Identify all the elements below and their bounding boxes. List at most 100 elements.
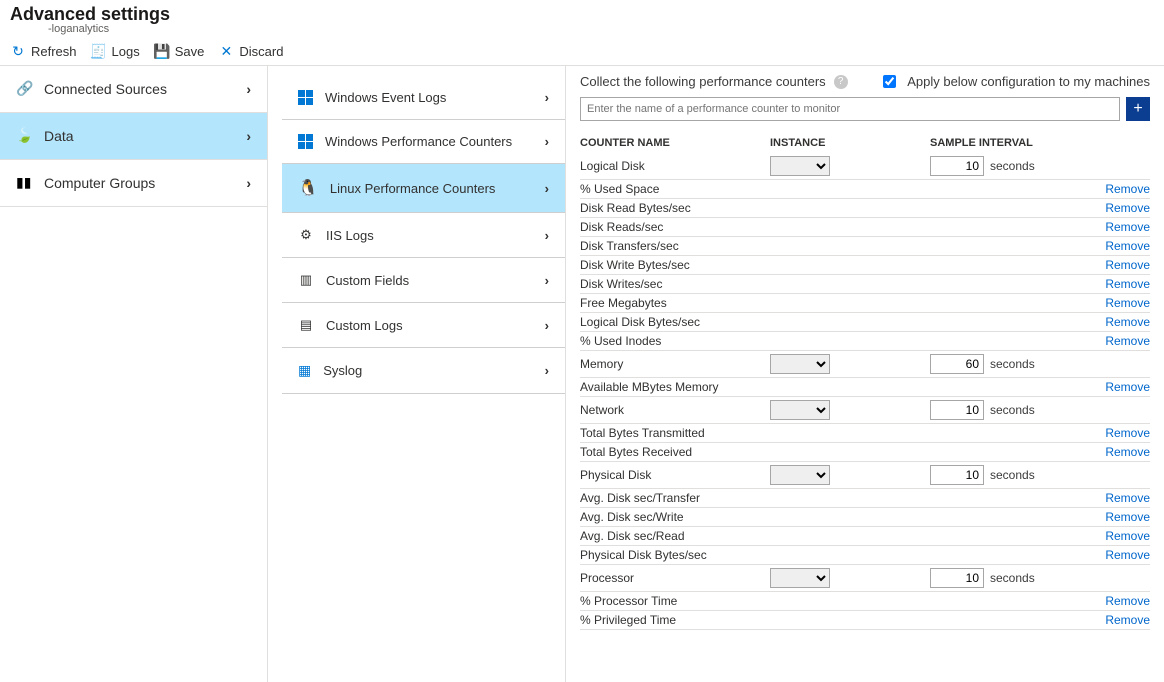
counter-row: Avg. Disk sec/Read Remove bbox=[580, 527, 1150, 546]
remove-link[interactable]: Remove bbox=[1105, 277, 1150, 291]
category-windows-event-logs[interactable]: Windows Event Logs › bbox=[282, 76, 565, 120]
page-title: Advanced settings bbox=[10, 4, 1154, 25]
interval-input[interactable] bbox=[930, 400, 984, 420]
remove-link[interactable]: Remove bbox=[1105, 201, 1150, 215]
remove-link[interactable]: Remove bbox=[1105, 426, 1150, 440]
group-name: Logical Disk bbox=[580, 159, 770, 173]
counter-name: Disk Transfers/sec bbox=[580, 239, 679, 253]
seconds-label: seconds bbox=[990, 571, 1035, 585]
logs-doc-icon: ▤ bbox=[298, 317, 314, 333]
counter-row: Free MegabytesRemove bbox=[580, 294, 1150, 313]
chevron-right-icon: › bbox=[545, 228, 549, 243]
counter-name: Avg. Disk sec/Read bbox=[580, 529, 685, 543]
counter-name: Avg. Disk sec/Transfer bbox=[580, 491, 700, 505]
instance-select[interactable] bbox=[770, 568, 830, 588]
counter-name: Logical Disk Bytes/sec bbox=[580, 315, 700, 329]
remove-link[interactable]: Remove bbox=[1105, 491, 1150, 505]
apply-config-checkbox[interactable] bbox=[883, 75, 896, 88]
remove-link[interactable]: Remove bbox=[1105, 445, 1150, 459]
instance-select[interactable] bbox=[770, 156, 830, 176]
column-counter-name: COUNTER NAME bbox=[580, 137, 770, 149]
counter-group-row: Logical Disk seconds bbox=[580, 153, 1150, 180]
sidebar-item-computer-groups[interactable]: ▮▮ Computer Groups › bbox=[0, 160, 267, 207]
iis-icon: ⚙ bbox=[298, 227, 314, 243]
chevron-right-icon: › bbox=[545, 134, 549, 149]
counter-row: Disk Reads/sec Remove bbox=[580, 218, 1150, 237]
toolbar: ↻ Refresh 🧾 Logs 💾 Save ✕ Discard bbox=[0, 37, 1164, 66]
category-syslog[interactable]: ▦ Syslog › bbox=[282, 348, 565, 394]
remove-link[interactable]: Remove bbox=[1105, 296, 1150, 310]
category-custom-logs[interactable]: ▤ Custom Logs › bbox=[282, 303, 565, 348]
add-counter-button[interactable]: + bbox=[1126, 97, 1150, 121]
counter-name: Disk Reads/sec bbox=[580, 220, 663, 234]
counter-group-row: Physical Diskseconds bbox=[580, 462, 1150, 489]
logs-button[interactable]: 🧾 Logs bbox=[91, 43, 140, 59]
logs-label: Logs bbox=[112, 44, 140, 59]
sidebar-item-label: Connected Sources bbox=[44, 81, 167, 97]
counter-name: Disk Writes/sec bbox=[580, 277, 662, 291]
category-iis-logs[interactable]: ⚙ IIS Logs › bbox=[282, 213, 565, 258]
remove-link[interactable]: Remove bbox=[1105, 315, 1150, 329]
logs-icon: 🧾 bbox=[91, 43, 107, 59]
sidebar-item-connected-sources[interactable]: 🔗 Connected Sources › bbox=[0, 66, 267, 113]
remove-link[interactable]: Remove bbox=[1105, 182, 1150, 196]
interval-input[interactable] bbox=[930, 354, 984, 374]
detail-panel: Collect the following performance counte… bbox=[566, 66, 1164, 682]
group-name: Memory bbox=[580, 357, 770, 371]
counter-name: Total Bytes Transmitted bbox=[580, 426, 705, 440]
counter-row: Disk Write Bytes/secRemove bbox=[580, 256, 1150, 275]
windows-icon bbox=[298, 134, 313, 149]
remove-link[interactable]: Remove bbox=[1105, 613, 1150, 627]
remove-link[interactable]: Remove bbox=[1105, 548, 1150, 562]
remove-link[interactable]: Remove bbox=[1105, 220, 1150, 234]
counter-row: Total Bytes Transmitted Remove bbox=[580, 424, 1150, 443]
group-name: Network bbox=[580, 403, 770, 417]
category-windows-perf-counters[interactable]: Windows Performance Counters › bbox=[282, 120, 565, 164]
refresh-button[interactable]: ↻ Refresh bbox=[10, 43, 77, 59]
counter-row: Disk Transfers/sec Remove bbox=[580, 237, 1150, 256]
counter-search-input[interactable] bbox=[580, 97, 1120, 121]
interval-input[interactable] bbox=[930, 156, 984, 176]
category-label: Custom Fields bbox=[326, 273, 409, 288]
category-linux-perf-counters[interactable]: 🐧 Linux Performance Counters › bbox=[282, 164, 565, 213]
remove-link[interactable]: Remove bbox=[1105, 380, 1150, 394]
chevron-right-icon: › bbox=[545, 90, 549, 105]
discard-icon: ✕ bbox=[218, 43, 234, 59]
counter-row: Avg. Disk sec/WriteRemove bbox=[580, 508, 1150, 527]
remove-link[interactable]: Remove bbox=[1105, 594, 1150, 608]
instance-select[interactable] bbox=[770, 465, 830, 485]
counter-row: Disk Writes/sec Remove bbox=[580, 275, 1150, 294]
data-icon: 🍃 bbox=[16, 127, 34, 145]
seconds-label: seconds bbox=[990, 159, 1035, 173]
interval-input[interactable] bbox=[930, 568, 984, 588]
counter-name: Disk Read Bytes/sec bbox=[580, 201, 691, 215]
remove-link[interactable]: Remove bbox=[1105, 334, 1150, 348]
instance-select[interactable] bbox=[770, 400, 830, 420]
counter-name: % Privileged Time bbox=[580, 613, 676, 627]
link-icon: 🔗 bbox=[16, 80, 34, 98]
counter-row: % Privileged Time Remove bbox=[580, 611, 1150, 630]
category-custom-fields[interactable]: ▥ Custom Fields › bbox=[282, 258, 565, 303]
counter-row: Logical Disk Bytes/sec Remove bbox=[580, 313, 1150, 332]
group-name: Physical Disk bbox=[580, 468, 770, 482]
group-name: Processor bbox=[580, 571, 770, 585]
instance-select[interactable] bbox=[770, 354, 830, 374]
sidebar-item-data[interactable]: 🍃 Data › bbox=[0, 113, 267, 160]
category-list: Windows Event Logs › Windows Performance… bbox=[268, 66, 566, 682]
save-button[interactable]: 💾 Save bbox=[154, 43, 205, 59]
help-icon[interactable]: ? bbox=[834, 75, 848, 89]
remove-link[interactable]: Remove bbox=[1105, 529, 1150, 543]
counter-row: Total Bytes ReceivedRemove bbox=[580, 443, 1150, 462]
seconds-label: seconds bbox=[990, 357, 1035, 371]
counter-row: % Processor Time Remove bbox=[580, 592, 1150, 611]
remove-link[interactable]: Remove bbox=[1105, 239, 1150, 253]
chevron-right-icon: › bbox=[246, 175, 251, 191]
collect-label: Collect the following performance counte… bbox=[580, 74, 826, 89]
remove-link[interactable]: Remove bbox=[1105, 258, 1150, 272]
remove-link[interactable]: Remove bbox=[1105, 510, 1150, 524]
interval-input[interactable] bbox=[930, 465, 984, 485]
counter-name: % Used Space bbox=[580, 182, 659, 196]
discard-button[interactable]: ✕ Discard bbox=[218, 43, 283, 59]
seconds-label: seconds bbox=[990, 403, 1035, 417]
counter-name: % Processor Time bbox=[580, 594, 677, 608]
